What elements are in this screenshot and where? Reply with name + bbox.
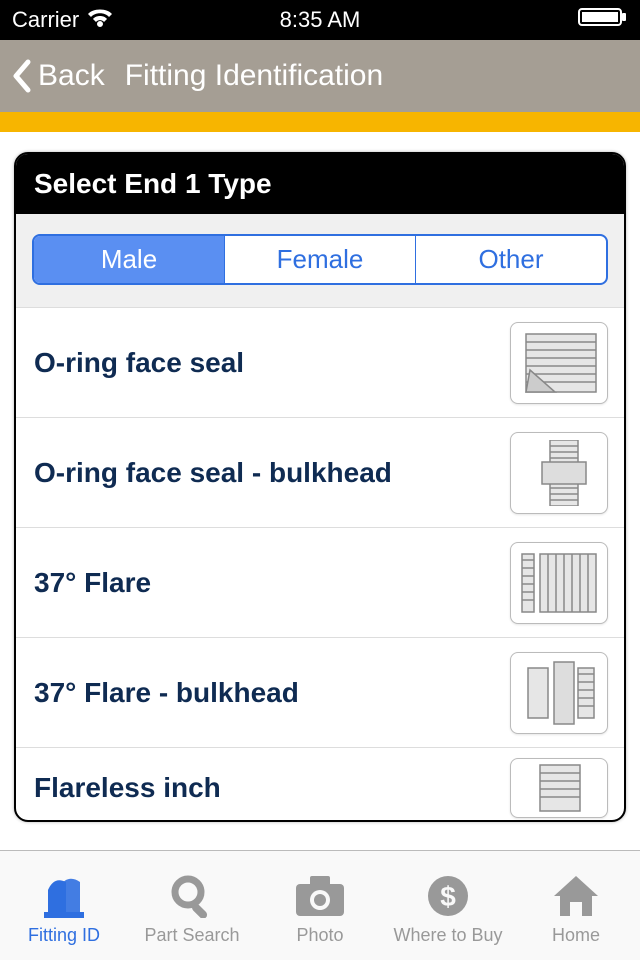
selection-card: Select End 1 Type Male Female Other O-ri…	[14, 152, 626, 822]
status-left: Carrier	[12, 7, 172, 33]
spacer	[0, 132, 640, 152]
list-item[interactable]: O-ring face seal	[16, 308, 624, 418]
tab-label: Photo	[296, 925, 343, 946]
back-label: Back	[38, 59, 105, 93]
segment-male[interactable]: Male	[34, 236, 225, 283]
list-item-label: 37° Flare - bulkhead	[34, 677, 299, 709]
segment-other[interactable]: Other	[416, 236, 606, 283]
status-right	[468, 7, 628, 33]
nav-bar: Back Fitting Identification	[0, 40, 640, 112]
home-icon	[548, 871, 604, 921]
tab-where-to-buy[interactable]: $ Where to Buy	[388, 871, 508, 946]
fitting-list: O-ring face seal O-ring face seal - bulk…	[16, 308, 624, 822]
list-item[interactable]: O-ring face seal - bulkhead	[16, 418, 624, 528]
list-item-label: O-ring face seal - bulkhead	[34, 457, 392, 489]
segment-female[interactable]: Female	[225, 236, 416, 283]
tab-part-search[interactable]: Part Search	[132, 871, 252, 946]
dollar-icon: $	[420, 871, 476, 921]
list-item[interactable]: Flareless inch	[16, 748, 624, 822]
list-item[interactable]: 37° Flare - bulkhead	[16, 638, 624, 748]
tab-label: Home	[552, 925, 600, 946]
accent-strip	[0, 112, 640, 132]
segmented-area: Male Female Other	[16, 214, 624, 308]
battery-icon	[578, 7, 628, 33]
tab-label: Fitting ID	[28, 925, 100, 946]
tab-fitting-id[interactable]: Fitting ID	[4, 871, 124, 946]
chevron-left-icon	[8, 56, 34, 96]
fitting-thumbnail	[510, 322, 608, 404]
segmented-control: Male Female Other	[32, 234, 608, 285]
fitting-thumbnail	[510, 542, 608, 624]
tab-label: Part Search	[144, 925, 239, 946]
list-item-label: Flareless inch	[34, 772, 221, 804]
tab-home[interactable]: Home	[516, 871, 636, 946]
list-item-label: 37° Flare	[34, 567, 151, 599]
fitting-thumbnail	[510, 652, 608, 734]
page-title: Fitting Identification	[125, 59, 383, 93]
list-item-label: O-ring face seal	[34, 347, 244, 379]
status-time: 8:35 AM	[280, 7, 361, 33]
card-title: Select End 1 Type	[16, 154, 624, 214]
search-icon	[164, 871, 220, 921]
svg-text:$: $	[440, 881, 456, 912]
status-bar: Carrier 8:35 AM	[0, 0, 640, 40]
fitting-thumbnail	[510, 758, 608, 818]
carrier-label: Carrier	[12, 7, 79, 33]
wifi-icon	[87, 7, 113, 33]
list-item[interactable]: 37° Flare	[16, 528, 624, 638]
camera-icon	[292, 871, 348, 921]
tab-bar: Fitting ID Part Search Photo $ Where to …	[0, 850, 640, 960]
fitting-thumbnail	[510, 432, 608, 514]
tab-photo[interactable]: Photo	[260, 871, 380, 946]
fitting-id-icon	[36, 871, 92, 921]
back-button[interactable]: Back	[0, 56, 105, 96]
tab-label: Where to Buy	[393, 925, 502, 946]
